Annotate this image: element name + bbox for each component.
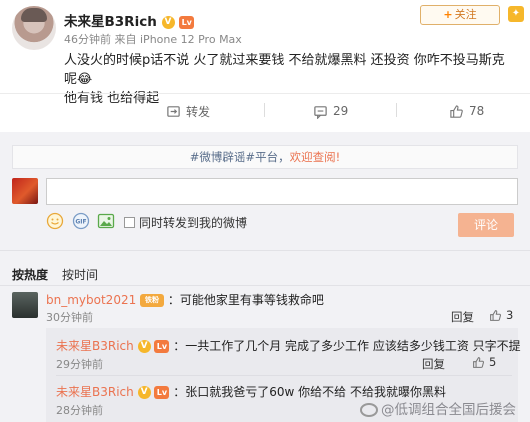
comment-like-count: 3 — [506, 308, 514, 322]
verified-v-icon: V — [137, 340, 151, 353]
forward-icon — [167, 105, 180, 117]
my-avatar — [12, 178, 38, 204]
follow-label: 关注 — [454, 8, 477, 21]
like-count: 78 — [469, 104, 485, 118]
comment-time: 28分钟前 — [56, 404, 103, 417]
level-badge-icon: Lv — [154, 340, 170, 353]
repost-option[interactable]: 同时转发到我的微博 — [124, 214, 247, 231]
comment-text: ：张口就我爸亏了60w 你给不给 不给我就曝你黑料 — [173, 385, 446, 399]
thumbs-up-icon — [450, 104, 463, 118]
comment-like-button[interactable]: 5 — [472, 355, 496, 369]
post-time[interactable]: 46分钟前 — [64, 33, 111, 46]
commenter-name[interactable]: 未来星B3Rich — [56, 385, 134, 399]
post-source: iPhone 12 Pro Max — [140, 33, 242, 46]
author-name[interactable]: 未来星B3Rich — [64, 14, 157, 30]
verified-v-icon: V — [137, 386, 151, 399]
sub-reply-item: 未来星B3Rich V Lv ：一共工作了几个月 完成了多少工作 应该结多少钱工… — [56, 337, 521, 354]
comment-icon — [314, 105, 327, 119]
comment-time: 29分钟前 — [56, 358, 103, 371]
divider — [0, 250, 530, 251]
divider — [0, 93, 530, 94]
level-badge-icon: Lv — [154, 386, 170, 399]
commenter-avatar[interactable] — [12, 292, 38, 318]
comment-text: ：可能他家里有事等钱救命吧 — [167, 293, 324, 307]
notice-text: #微博辟谣#平台， — [189, 150, 290, 164]
comment-count: 29 — [333, 104, 349, 118]
notice-highlight: 欢迎查阅! — [289, 150, 341, 164]
emoji-icon[interactable] — [46, 212, 64, 230]
post-meta: 46分钟前 来自 iPhone 12 Pro Max — [64, 31, 242, 47]
gif-icon[interactable]: GIF — [72, 212, 90, 230]
author-line: 未来星B3Rich V Lv — [64, 10, 195, 30]
sort-by-hot[interactable]: 按热度 — [12, 266, 48, 283]
comment-like-button[interactable]: 3 — [489, 308, 513, 322]
forward-button[interactable]: 转发 — [166, 101, 210, 121]
commenter-name[interactable]: 未来星B3Rich — [56, 339, 134, 353]
post-content: 人没火的时候p话不说 火了就过来要钱 不给就爆黑料 还投资 你咋不投马斯克呢😂 … — [64, 51, 514, 108]
repost-checkbox[interactable] — [124, 217, 135, 228]
like-button[interactable]: 78 — [449, 101, 484, 121]
divider — [56, 375, 512, 376]
thumbs-up-icon — [473, 356, 485, 368]
fan-badge-icon: 铁粉 — [140, 294, 165, 307]
weibo-logo-icon — [360, 403, 378, 417]
post-content-line: 人没火的时候p话不说 火了就过来要钱 不给就爆黑料 还投资 你咋不投马斯克呢😂 — [64, 53, 505, 87]
comment-like-count: 5 — [489, 355, 497, 369]
commenter-name[interactable]: bn_mybot2021 — [46, 293, 136, 307]
comment-item: bn_mybot2021 铁粉 ：可能他家里有事等钱救命吧 — [46, 291, 324, 308]
image-icon[interactable] — [97, 212, 115, 230]
separator — [396, 103, 397, 117]
comment-button[interactable]: 29 — [313, 101, 348, 121]
level-badge-icon: Lv — [179, 15, 195, 29]
forward-label: 转发 — [186, 104, 211, 119]
thumbs-up-icon — [490, 309, 502, 321]
verified-v-icon: V — [161, 15, 175, 29]
watermark-text: @低调组合全国后援会 — [381, 402, 516, 418]
author-avatar[interactable] — [12, 6, 56, 50]
divider — [0, 285, 530, 286]
post-content-line: 他有钱 也给得起 — [64, 91, 160, 106]
submit-comment-button[interactable]: 评论 — [458, 213, 514, 237]
post-source-prefix: 来自 — [114, 33, 137, 46]
plus-icon: + — [443, 8, 453, 21]
comment-text: ：一共工作了几个月 完成了多少工作 应该结多少钱工资 只字不提 — [173, 339, 521, 353]
comment-input[interactable] — [46, 178, 518, 205]
repost-label: 同时转发到我的微博 — [139, 216, 248, 230]
rumor-notice-banner[interactable]: #微博辟谣#平台，欢迎查阅! — [12, 145, 518, 169]
gift-icon: ✦ — [508, 6, 524, 22]
sort-by-time[interactable]: 按时间 — [62, 266, 98, 283]
svg-text:GIF: GIF — [75, 219, 86, 226]
follow-button[interactable]: + 关注 — [420, 5, 500, 25]
comment-time: 30分钟前 — [46, 311, 93, 324]
reply-button[interactable]: 回复 — [422, 356, 445, 372]
separator — [264, 103, 265, 117]
watermark: @低调组合全国后援会 — [360, 398, 516, 418]
reply-button[interactable]: 回复 — [451, 309, 474, 325]
